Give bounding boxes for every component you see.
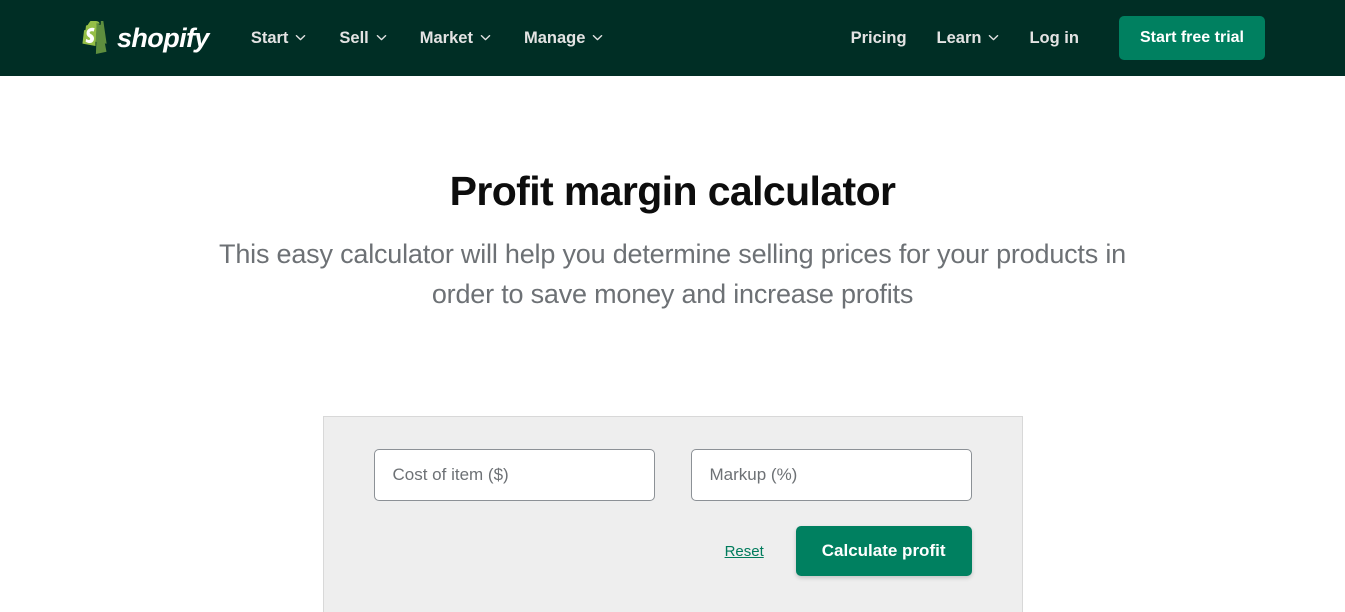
shopify-bag-icon <box>80 21 110 55</box>
nav-link-login[interactable]: Log in <box>1029 29 1078 48</box>
chevron-down-icon <box>480 32 491 43</box>
nav-left-group: shopify Start Sell Market Manage <box>80 21 603 55</box>
chevron-down-icon <box>592 32 603 43</box>
chevron-down-icon <box>988 32 999 43</box>
shopify-wordmark: shopify <box>117 22 209 53</box>
primary-nav-menu: Start Sell Market Manage <box>251 29 604 48</box>
nav-link-learn-label: Learn <box>936 28 982 47</box>
nav-item-manage-label: Manage <box>523 28 586 47</box>
nav-link-login-label: Log in <box>1029 28 1079 47</box>
nav-link-pricing[interactable]: Pricing <box>851 29 907 48</box>
nav-item-sell-label: Sell <box>339 28 369 47</box>
page-subtitle: This easy calculator will help you deter… <box>219 239 1126 310</box>
nav-item-sell[interactable]: Sell <box>339 28 387 48</box>
nav-item-start[interactable]: Start <box>251 29 307 48</box>
page-title: Profit margin calculator <box>449 168 896 214</box>
nav-item-start-label: Start <box>250 28 289 47</box>
nav-link-learn[interactable]: Learn <box>937 29 1000 48</box>
nav-right-group: Pricing Learn Log in Start free trial <box>851 16 1265 60</box>
profit-margin-calculator-card: Reset Calculate profit <box>322 416 1023 612</box>
reset-button[interactable]: Reset <box>725 543 764 560</box>
calculator-wrapper: Reset Calculate profit <box>0 416 1345 612</box>
shopify-logo-link[interactable]: shopify <box>80 21 209 55</box>
cost-of-item-input[interactable] <box>373 449 655 502</box>
chevron-down-icon <box>295 32 306 43</box>
nav-link-pricing-label: Pricing <box>850 28 907 47</box>
main-content: Profit margin calculator This easy calcu… <box>0 76 1345 612</box>
calculator-actions: Reset Calculate profit <box>374 526 972 577</box>
start-free-trial-button[interactable]: Start free trial <box>1118 16 1265 60</box>
nav-item-market-label: Market <box>419 28 473 47</box>
chevron-down-icon <box>376 32 387 43</box>
calculator-fields-row <box>373 449 972 502</box>
top-navigation-bar: shopify Start Sell Market Manage Pricing… <box>0 0 1345 76</box>
calculate-profit-button[interactable]: Calculate profit <box>795 526 972 577</box>
nav-item-market[interactable]: Market <box>420 29 491 48</box>
markup-field-group <box>690 449 972 502</box>
nav-item-manage[interactable]: Manage <box>524 29 603 48</box>
markup-input[interactable] <box>690 449 972 502</box>
cost-of-item-field-group <box>373 449 655 502</box>
